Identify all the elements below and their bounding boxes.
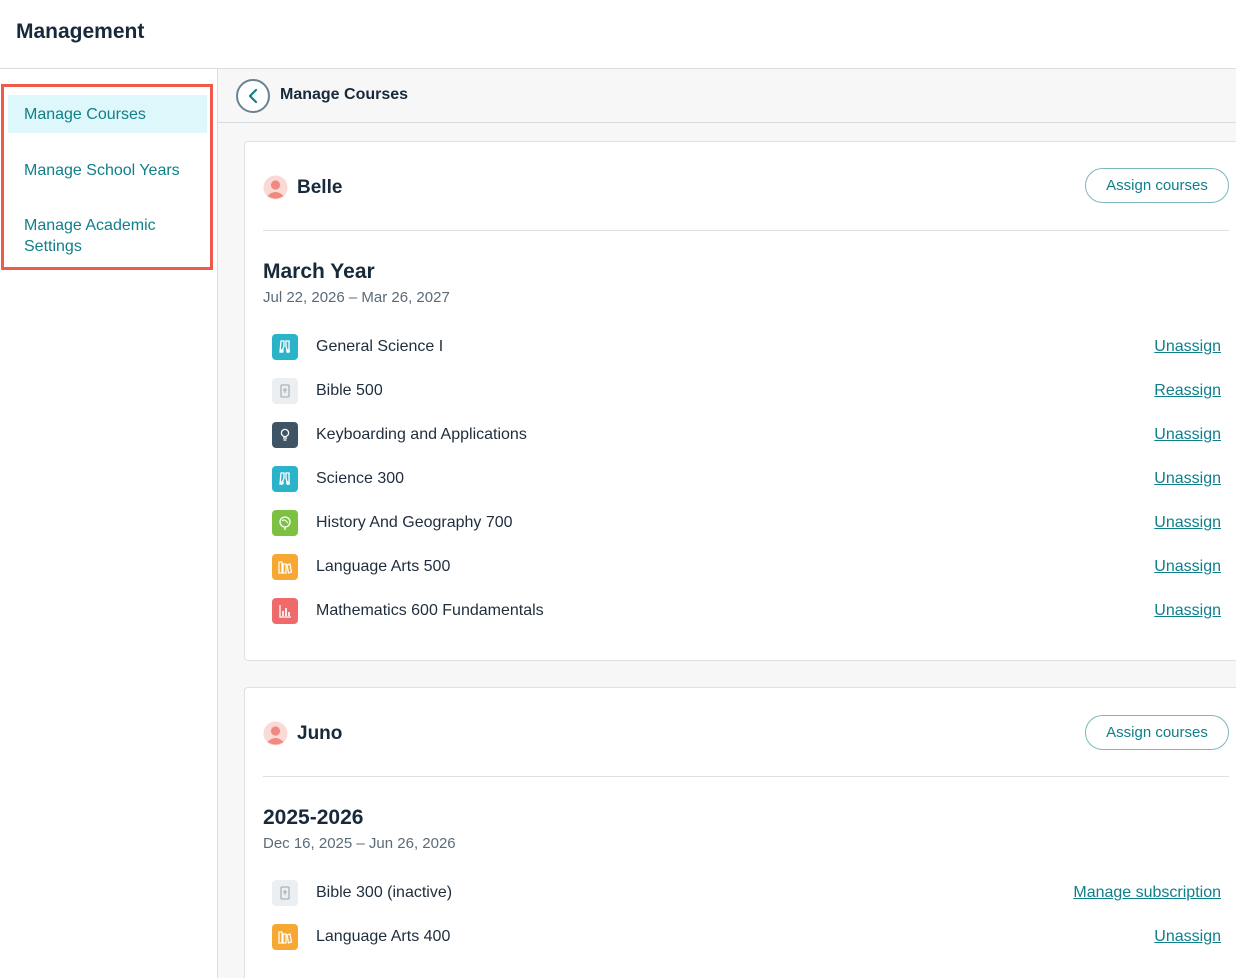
sidebar-item-manage-school-years[interactable]: Manage School Years	[8, 151, 207, 189]
avatar-icon	[263, 721, 288, 746]
app-title: Management	[16, 20, 145, 43]
unassign-link[interactable]: Unassign	[1154, 514, 1221, 532]
course-row: General Science I Unassign	[263, 332, 1221, 362]
back-button[interactable]	[236, 79, 270, 113]
course-name: Bible 500	[316, 382, 383, 399]
unassign-link[interactable]: Unassign	[1154, 338, 1221, 356]
divider	[263, 776, 1229, 777]
course-name: Bible 300 (inactive)	[316, 884, 453, 901]
student-card: Juno Assign courses 2025-2026 Dec 16, 20…	[244, 687, 1236, 978]
course-name: Science 300	[316, 470, 405, 487]
student-name: Belle	[297, 177, 343, 198]
sidebar: Manage Courses Manage School Years Manag…	[0, 69, 218, 978]
unassign-link[interactable]: Unassign	[1154, 928, 1221, 946]
chevron-left-icon	[248, 88, 258, 104]
sidebar-item-label: Manage Academic Settings	[24, 217, 156, 255]
course-name: Language Arts 500	[316, 558, 451, 575]
school-year-dates: Jul 22, 2026 – Mar 26, 2027	[263, 289, 450, 306]
page-title: Manage Courses	[280, 86, 409, 103]
unassign-link[interactable]: Unassign	[1154, 558, 1221, 576]
books-icon	[272, 924, 298, 950]
avatar-icon	[263, 175, 288, 200]
top-bar: Management	[0, 0, 1236, 69]
lightbulb-icon	[272, 422, 298, 448]
sidebar-item-label: Manage School Years	[24, 162, 180, 179]
course-row: Bible 300 (inactive) Manage subscription	[263, 878, 1221, 908]
divider	[263, 230, 1229, 231]
sidebar-item-manage-courses[interactable]: Manage Courses	[8, 95, 207, 133]
student-card: Belle Assign courses March Year Jul 22, …	[244, 141, 1236, 661]
math-chart-icon	[272, 598, 298, 624]
assign-courses-button[interactable]: Assign courses	[1085, 715, 1229, 750]
reassign-link[interactable]: Reassign	[1154, 382, 1221, 400]
bible-icon	[272, 378, 298, 404]
main-content: Manage Courses Belle Assign courses Marc…	[218, 69, 1236, 978]
course-row: Mathematics 600 Fundamentals Unassign	[263, 596, 1221, 626]
course-row: Bible 500 Reassign	[263, 376, 1221, 406]
course-name: General Science I	[316, 338, 444, 355]
course-row: Science 300 Unassign	[263, 464, 1221, 494]
globe-icon	[272, 510, 298, 536]
bible-icon	[272, 880, 298, 906]
science-icon	[272, 466, 298, 492]
course-row: History And Geography 700 Unassign	[263, 508, 1221, 538]
sidebar-item-manage-academic-settings[interactable]: Manage Academic Settings	[8, 215, 188, 259]
course-row: Keyboarding and Applications Unassign	[263, 420, 1221, 450]
books-icon	[272, 554, 298, 580]
subheader: Manage Courses	[218, 69, 1236, 123]
unassign-link[interactable]: Unassign	[1154, 426, 1221, 444]
school-year-title: 2025-2026	[263, 806, 364, 829]
course-row: Language Arts 400 Unassign	[263, 922, 1221, 952]
school-year-dates: Dec 16, 2025 – Jun 26, 2026	[263, 835, 456, 852]
course-name: Keyboarding and Applications	[316, 426, 527, 443]
assign-courses-button[interactable]: Assign courses	[1085, 168, 1229, 203]
science-icon	[272, 334, 298, 360]
unassign-link[interactable]: Unassign	[1154, 602, 1221, 620]
student-name: Juno	[297, 723, 343, 744]
course-name: Mathematics 600 Fundamentals	[316, 602, 544, 619]
course-row: Language Arts 500 Unassign	[263, 552, 1221, 582]
sidebar-item-label: Manage Courses	[24, 106, 146, 123]
manage-subscription-link[interactable]: Manage subscription	[1073, 884, 1221, 902]
unassign-link[interactable]: Unassign	[1154, 470, 1221, 488]
school-year-title: March Year	[263, 260, 375, 283]
course-name: Language Arts 400	[316, 928, 451, 945]
course-name: History And Geography 700	[316, 514, 513, 531]
